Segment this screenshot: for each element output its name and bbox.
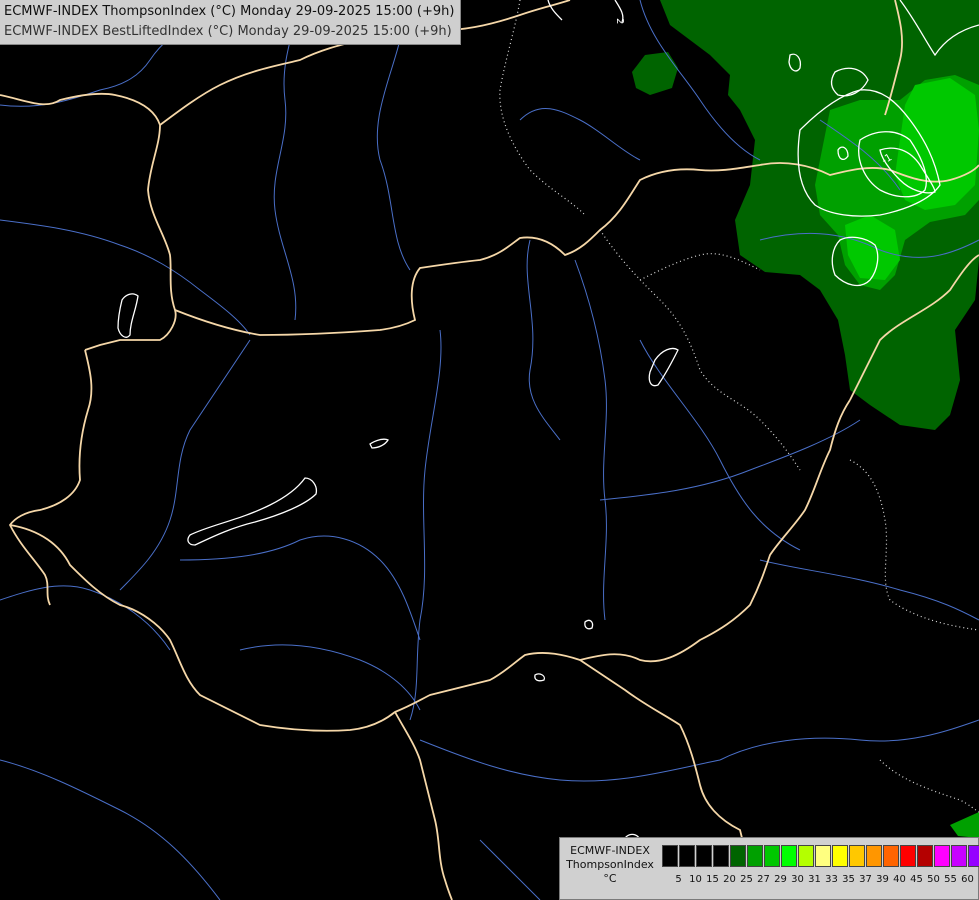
legend-swatch xyxy=(934,845,950,867)
legend-title-line1: ECMWF-INDEX xyxy=(570,844,650,857)
contour-label-top: 2 xyxy=(614,18,625,24)
legend-tick-label: 27 xyxy=(757,874,770,885)
legend-swatch xyxy=(696,845,712,867)
legend-tick-label: 10 xyxy=(689,874,702,885)
legend-swatch xyxy=(679,845,695,867)
legend-swatch xyxy=(730,845,746,867)
header-title-lifted: ECMWF-INDEX BestLiftedIndex (°C) Monday … xyxy=(4,24,452,39)
legend-tick-label: 37 xyxy=(859,874,872,885)
legend-tick-label: 5 xyxy=(675,874,682,885)
map-header: ECMWF-INDEX ThompsonIndex (°C) Monday 29… xyxy=(0,0,462,45)
legend-tick-label: 20 xyxy=(723,874,736,885)
legend-swatch xyxy=(883,845,899,867)
legend-swatch xyxy=(798,845,814,867)
legend-swatch xyxy=(747,845,763,867)
legend-swatches xyxy=(662,845,979,867)
legend-tick-label: 31 xyxy=(808,874,821,885)
legend-swatch xyxy=(849,845,865,867)
legend-swatch xyxy=(662,845,678,867)
legend-unit: °C xyxy=(603,872,617,885)
legend-tick-label: 45 xyxy=(910,874,923,885)
legend-swatch xyxy=(815,845,831,867)
legend-ticks: 5 10 15 20 25 27 29 30 31 33 35 37 39 40 45 50 55 60 xyxy=(670,874,976,885)
legend-tick-label: 40 xyxy=(893,874,906,885)
legend-tick-label: 29 xyxy=(774,874,787,885)
legend-swatch xyxy=(917,845,933,867)
legend-tick-label: 50 xyxy=(927,874,940,885)
legend-tick-label: 25 xyxy=(740,874,753,885)
legend-title-line2: ThompsonIndex xyxy=(566,858,654,871)
legend-tick-label: 35 xyxy=(842,874,855,885)
legend-swatch xyxy=(951,845,967,867)
weather-map: 2 -1 xyxy=(0,0,979,900)
legend-tick-label: 55 xyxy=(944,874,957,885)
legend-tick-label: 39 xyxy=(876,874,889,885)
legend-swatch xyxy=(900,845,916,867)
legend-swatch xyxy=(713,845,729,867)
legend-swatch xyxy=(832,845,848,867)
legend-swatch xyxy=(968,845,979,867)
legend-title: ECMWF-INDEX ThompsonIndex °C xyxy=(560,844,660,886)
legend-tick-label: 30 xyxy=(791,874,804,885)
legend-swatch xyxy=(781,845,797,867)
legend-tick-label: 60 xyxy=(961,874,974,885)
header-title-thompson: ECMWF-INDEX ThompsonIndex (°C) Monday 29… xyxy=(4,4,455,19)
color-legend: ECMWF-INDEX ThompsonIndex °C 5 10 15 20 25 27… xyxy=(559,837,979,900)
legend-swatch xyxy=(866,845,882,867)
legend-tick-label: 33 xyxy=(825,874,838,885)
legend-tick-label: 15 xyxy=(706,874,719,885)
legend-swatch xyxy=(764,845,780,867)
